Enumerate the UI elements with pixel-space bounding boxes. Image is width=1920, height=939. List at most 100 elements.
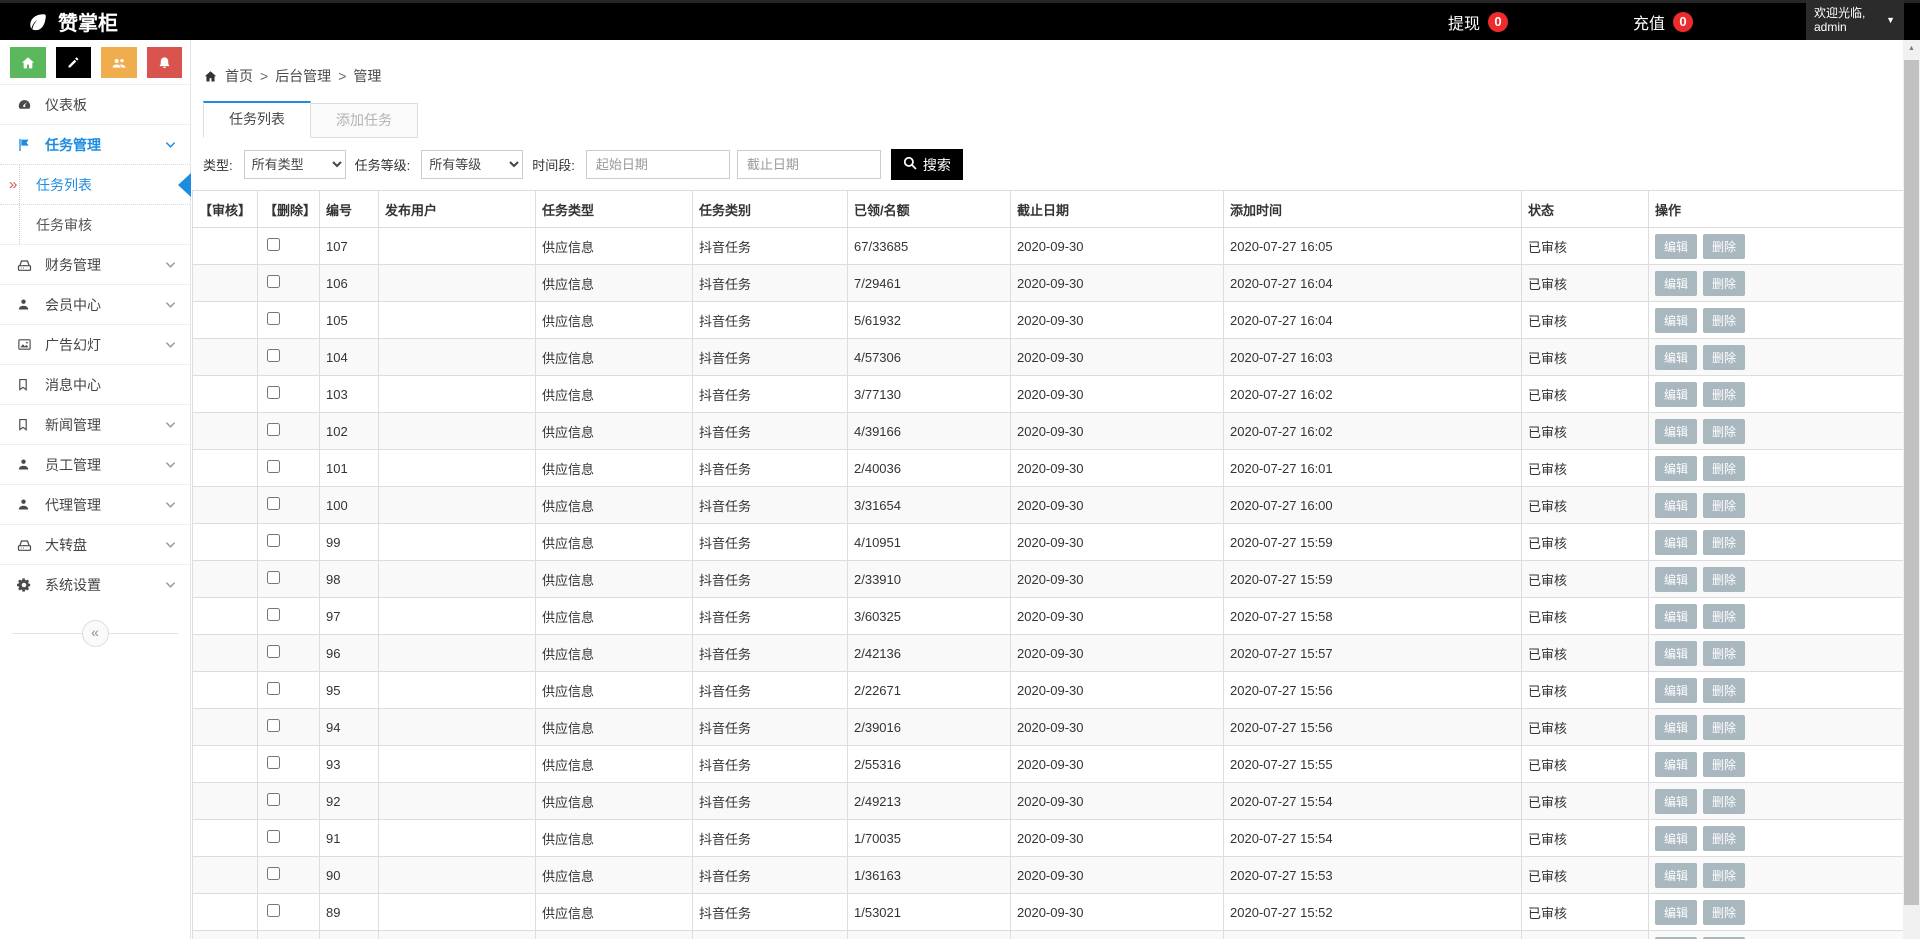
edit-button[interactable]: 编辑	[1655, 271, 1697, 296]
edit-button[interactable]: 编辑	[1655, 715, 1697, 740]
edit-button[interactable]: 编辑	[1655, 900, 1697, 925]
delete-checkbox[interactable]	[267, 386, 280, 399]
edit-button[interactable]: 编辑	[1655, 752, 1697, 777]
edit-button[interactable]: 编辑	[1655, 345, 1697, 370]
delete-button[interactable]: 删除	[1703, 530, 1745, 555]
delete-checkbox[interactable]	[267, 904, 280, 917]
collapse-sidebar-button[interactable]: «	[82, 620, 109, 647]
delete-button[interactable]: 删除	[1703, 715, 1745, 740]
withdraw-link[interactable]: 提现 0	[1448, 3, 1508, 40]
home-quick-button[interactable]	[10, 47, 46, 78]
id-cell: 107	[320, 228, 379, 265]
delete-button[interactable]: 删除	[1703, 382, 1745, 407]
edit-button[interactable]: 编辑	[1655, 641, 1697, 666]
recharge-link[interactable]: 充值 0	[1633, 3, 1693, 40]
user-menu[interactable]: 欢迎光临, admin ▼	[1806, 0, 1904, 40]
delete-checkbox[interactable]	[267, 645, 280, 658]
app-logo[interactable]: 赞掌柜	[27, 3, 118, 40]
delete-checkbox[interactable]	[267, 682, 280, 695]
edit-button[interactable]: 编辑	[1655, 678, 1697, 703]
scrollbar-thumb[interactable]	[1904, 60, 1919, 905]
edit-button[interactable]: 编辑	[1655, 604, 1697, 629]
delete-button[interactable]: 删除	[1703, 863, 1745, 888]
delete-button[interactable]: 删除	[1703, 419, 1745, 444]
delete-button[interactable]: 删除	[1703, 900, 1745, 925]
delete-checkbox[interactable]	[267, 349, 280, 362]
delete-button[interactable]: 删除	[1703, 271, 1745, 296]
sidebar-item-系统设置[interactable]: 系统设置	[0, 564, 190, 604]
delete-checkbox[interactable]	[267, 275, 280, 288]
sidebar-item-财务管理[interactable]: 财务管理	[0, 244, 190, 284]
pencil-icon	[66, 55, 81, 70]
edit-button[interactable]: 编辑	[1655, 826, 1697, 851]
delete-button[interactable]: 删除	[1703, 308, 1745, 333]
edit-button[interactable]: 编辑	[1655, 789, 1697, 814]
delete-checkbox[interactable]	[267, 571, 280, 584]
sidebar-item-广告幻灯[interactable]: 广告幻灯	[0, 324, 190, 364]
delete-button[interactable]: 删除	[1703, 752, 1745, 777]
task-type-cell: 供应信息	[536, 857, 693, 894]
breadcrumb-item[interactable]: 后台管理	[275, 66, 331, 86]
delete-button[interactable]: 删除	[1703, 345, 1745, 370]
sidebar-item-大转盘[interactable]: 大转盘	[0, 524, 190, 564]
delete-checkbox[interactable]	[267, 756, 280, 769]
edit-button[interactable]: 编辑	[1655, 863, 1697, 888]
delete-button[interactable]: 删除	[1703, 604, 1745, 629]
delete-button[interactable]: 删除	[1703, 826, 1745, 851]
vertical-scrollbar[interactable]: ▲	[1903, 40, 1920, 939]
delete-checkbox[interactable]	[267, 238, 280, 251]
sidebar-item-仪表板[interactable]: 仪表板	[0, 84, 190, 124]
delete-checkbox[interactable]	[267, 312, 280, 325]
delete-checkbox[interactable]	[267, 719, 280, 732]
deadline-cell: 2020-09-30	[1011, 339, 1224, 376]
delete-checkbox[interactable]	[267, 423, 280, 436]
tab-任务列表[interactable]: 任务列表	[203, 101, 311, 138]
sidebar-item-消息中心[interactable]: 消息中心	[0, 364, 190, 404]
delete-button[interactable]: 删除	[1703, 678, 1745, 703]
sidebar-item-会员中心[interactable]: 会员中心	[0, 284, 190, 324]
edit-button[interactable]: 编辑	[1655, 493, 1697, 518]
edit-button[interactable]: 编辑	[1655, 567, 1697, 592]
start-date-input[interactable]	[586, 150, 730, 179]
sidebar-item-任务管理[interactable]: 任务管理	[0, 124, 190, 164]
edit-button[interactable]: 编辑	[1655, 530, 1697, 555]
sidebar-subitem-任务审核[interactable]: 任务审核	[0, 204, 190, 244]
edit-button[interactable]: 编辑	[1655, 456, 1697, 481]
sidebar-item-新闻管理[interactable]: 新闻管理	[0, 404, 190, 444]
bell-quick-button[interactable]	[147, 47, 183, 78]
delete-button[interactable]: 删除	[1703, 567, 1745, 592]
task-type-cell: 供应信息	[536, 672, 693, 709]
delete-checkbox[interactable]	[267, 830, 280, 843]
chevron-down-icon	[165, 579, 176, 590]
edit-button[interactable]: 编辑	[1655, 308, 1697, 333]
edit-button[interactable]: 编辑	[1655, 419, 1697, 444]
sidebar-item-代理管理[interactable]: 代理管理	[0, 484, 190, 524]
delete-button[interactable]: 删除	[1703, 493, 1745, 518]
delete-button[interactable]: 删除	[1703, 456, 1745, 481]
delete-checkbox[interactable]	[267, 460, 280, 473]
status-cell: 已审核	[1522, 265, 1649, 302]
edit-button[interactable]: 编辑	[1655, 382, 1697, 407]
delete-checkbox[interactable]	[267, 867, 280, 880]
delete-button[interactable]: 删除	[1703, 789, 1745, 814]
delete-checkbox[interactable]	[267, 497, 280, 510]
tab-添加任务[interactable]: 添加任务	[311, 103, 418, 138]
search-button[interactable]: 搜索	[891, 149, 963, 180]
delete-checkbox[interactable]	[267, 793, 280, 806]
edit-button[interactable]: 编辑	[1655, 234, 1697, 259]
type-select[interactable]: 所有类型	[244, 150, 346, 179]
delete-checkbox[interactable]	[267, 608, 280, 621]
pencil-quick-button[interactable]	[56, 47, 92, 78]
delete-button[interactable]: 删除	[1703, 641, 1745, 666]
sidebar-item-员工管理[interactable]: 员工管理	[0, 444, 190, 484]
level-select[interactable]: 所有等级	[421, 150, 523, 179]
sidebar-item-label: 财务管理	[45, 255, 101, 275]
sidebar-subitem-任务列表[interactable]: »任务列表	[0, 164, 190, 204]
delete-button[interactable]: 删除	[1703, 234, 1745, 259]
scroll-up-arrow[interactable]: ▲	[1903, 40, 1920, 56]
breadcrumb-item[interactable]: 首页	[225, 66, 253, 86]
quota-cell: 4/39166	[848, 413, 1011, 450]
end-date-input[interactable]	[737, 150, 881, 179]
delete-checkbox[interactable]	[267, 534, 280, 547]
users-quick-button[interactable]	[101, 47, 137, 78]
